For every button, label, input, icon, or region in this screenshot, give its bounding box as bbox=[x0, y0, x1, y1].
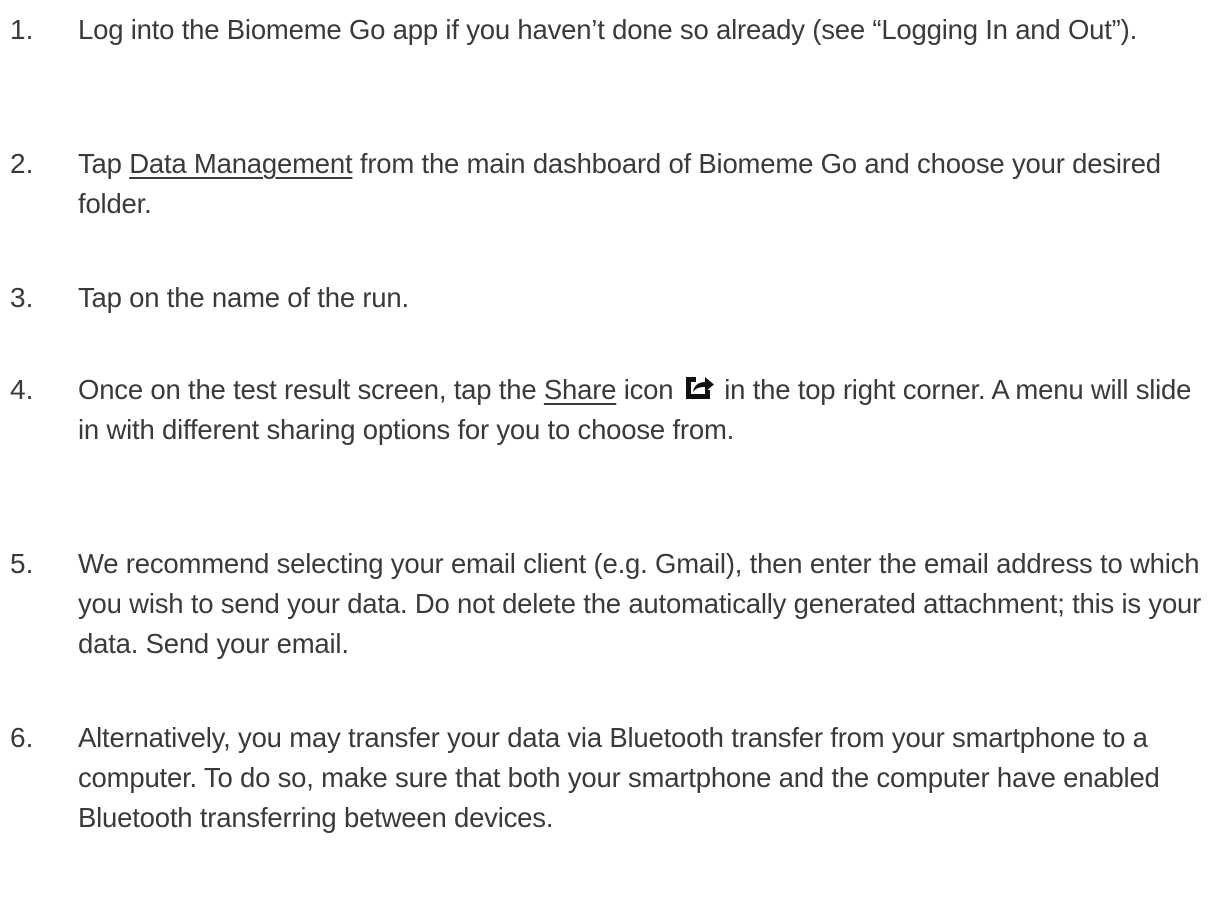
step-number: 4. bbox=[10, 374, 34, 405]
step-number: 2. bbox=[10, 148, 34, 179]
step-number: 6. bbox=[10, 722, 34, 753]
step-text: Once on the test result screen, tap the … bbox=[78, 370, 1206, 450]
instruction-document: 1. Log into the Biomeme Go app if you ha… bbox=[0, 0, 1217, 911]
step-number: 1. bbox=[10, 14, 34, 45]
data-management-link[interactable]: Data Management bbox=[129, 148, 352, 179]
step-text: Log into the Biomeme Go app if you haven… bbox=[78, 14, 1138, 45]
step-text: Alternatively, you may transfer your dat… bbox=[78, 722, 1160, 833]
share-link[interactable]: Share bbox=[544, 374, 617, 405]
step-text-before: Once on the test result screen, tap the bbox=[78, 374, 544, 405]
share-icon bbox=[683, 373, 715, 401]
step-text: Tap on the name of the run. bbox=[78, 282, 409, 313]
step-text: We recommend selecting your email client… bbox=[78, 548, 1202, 659]
step-text-before: Tap bbox=[78, 148, 130, 179]
step-text: Tap Data Management from the main dashbo… bbox=[78, 144, 1206, 224]
step-number: 5. bbox=[10, 548, 34, 579]
step-text-middle: icon bbox=[616, 374, 681, 405]
step-number: 3. bbox=[10, 282, 34, 313]
